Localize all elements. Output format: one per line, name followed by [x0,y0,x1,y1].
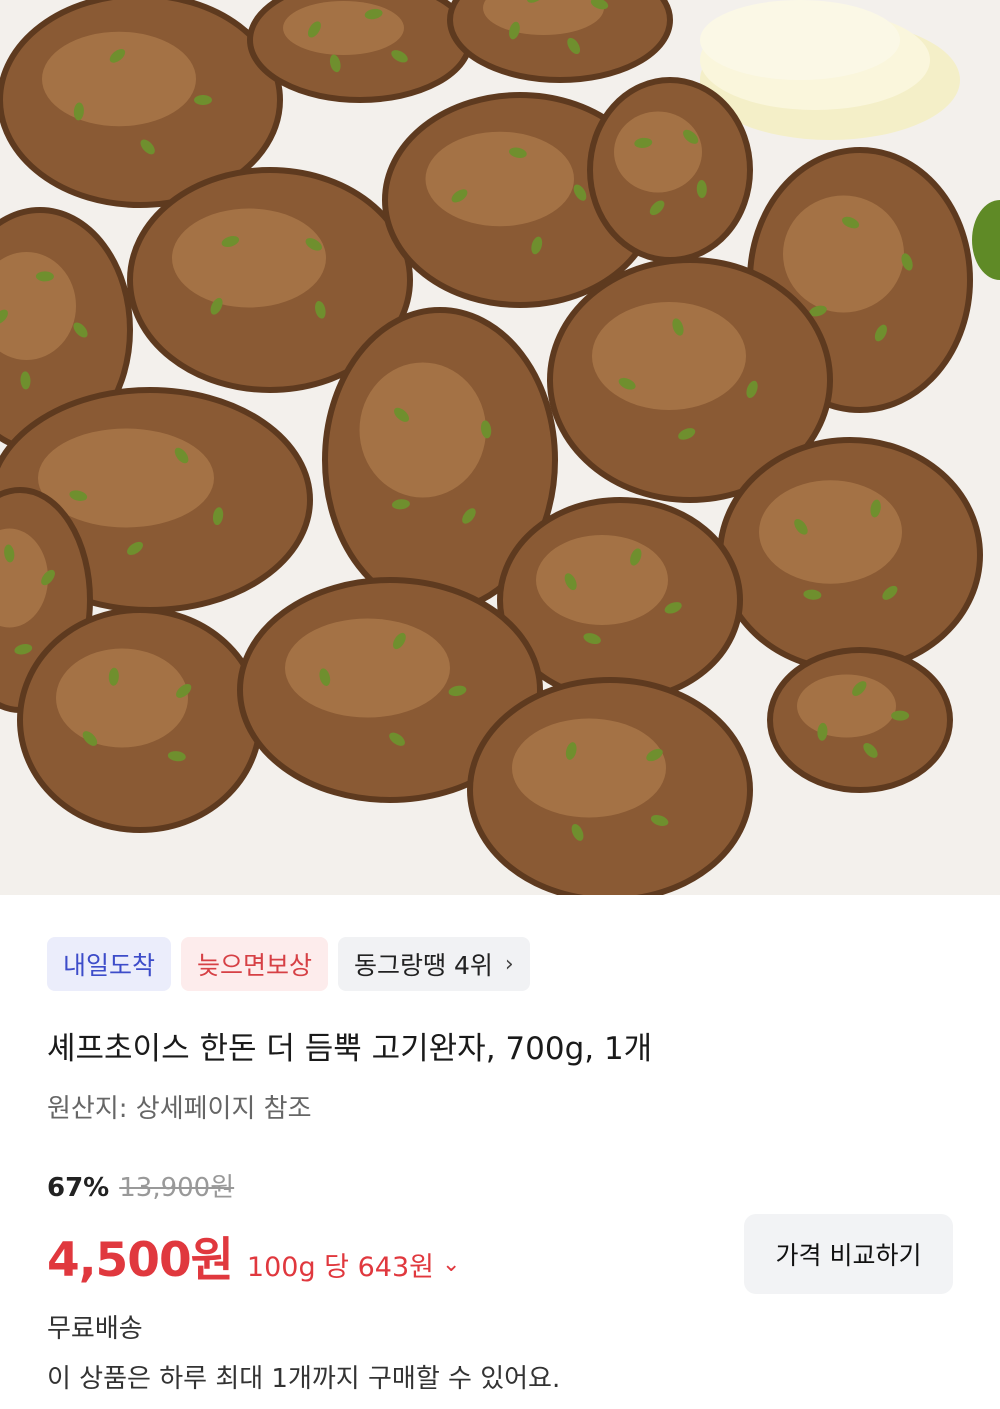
discount-row: 67% 13,900원 [47,1167,234,1204]
meatball [587,77,753,263]
badge-label: 늦으면보상 [197,951,313,980]
meatball [717,437,983,673]
unit-price: 100g 당 643원 [246,1252,434,1283]
meatball [17,607,263,833]
badge-late-compensation: 늦으면보상 [181,937,329,991]
product-image[interactable] [0,0,1000,895]
ranking-badge[interactable]: 동그랑땡 4위 › [338,937,530,991]
sale-price: 4,500원 [47,1233,234,1288]
original-price: 13,900원 [119,1173,235,1203]
badge-label: 내일도착 [63,951,156,980]
unit-price-toggle[interactable]: 100g 당 643원 ⌄ [247,1245,461,1284]
badge-label: 동그랑땡 4위 [354,951,493,980]
meatball [767,647,953,793]
chevron-right-icon: › [504,951,514,977]
badge-row: 내일도착 늦으면보상 동그랑땡 4위 › [47,937,530,991]
price-row: 4,500원 100g 당 643원 ⌄ [47,1221,460,1290]
badge-next-day-delivery: 내일도착 [47,937,172,991]
meatball-photo [0,0,1000,895]
meatball [247,0,473,103]
price-compare-button[interactable]: 가격 비교하기 [744,1214,953,1294]
discount-rate: 67% [47,1173,110,1203]
product-info: 내일도착 늦으면보상 동그랑땡 4위 › 셰프초이스 한돈 더 듬뿍 고기완자,… [0,895,1000,1409]
chevron-down-icon: ⌄ [441,1252,461,1277]
meatball [467,677,753,895]
purchase-limit-notice: 이 상품은 하루 최대 1개까지 구매할 수 있어요. [47,1364,561,1394]
free-shipping-label: 무료배송 [47,1314,143,1344]
origin-info: 원산지: 상세페이지 참조 [47,1094,312,1124]
product-title: 셰프초이스 한돈 더 듬뿍 고기완자, 700g, 1개 [47,1031,653,1067]
